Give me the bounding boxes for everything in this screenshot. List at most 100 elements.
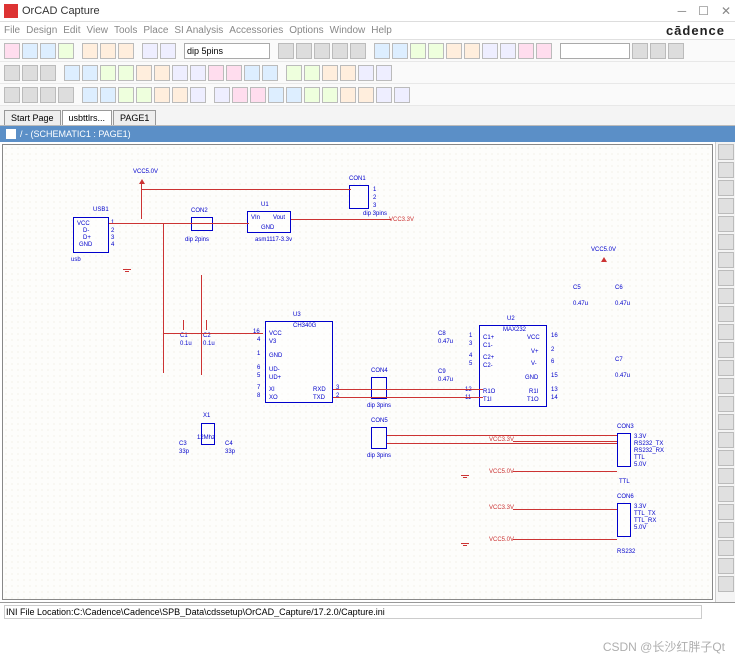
new-icon[interactable] — [4, 43, 20, 59]
t3-15-icon[interactable] — [268, 87, 284, 103]
place-bus-icon[interactable] — [718, 216, 734, 232]
undo-icon[interactable] — [142, 43, 158, 59]
place-pic-icon[interactable] — [718, 450, 734, 466]
t2-12-icon[interactable] — [208, 65, 224, 81]
t3-12-icon[interactable] — [214, 87, 230, 103]
rt-20-icon[interactable] — [718, 486, 734, 502]
component-con5[interactable] — [371, 427, 387, 449]
place-offpage-icon[interactable] — [718, 306, 734, 322]
minimize-button[interactable]: ─ — [678, 4, 687, 18]
place-ground-icon[interactable] — [718, 270, 734, 286]
menu-tools[interactable]: Tools — [114, 25, 137, 36]
view-icon[interactable] — [350, 43, 366, 59]
component-con3[interactable] — [617, 433, 631, 467]
tool-a-icon[interactable] — [374, 43, 390, 59]
place-ellipse-icon[interactable] — [718, 396, 734, 412]
t2-14-icon[interactable] — [244, 65, 260, 81]
zoom-area-icon[interactable] — [314, 43, 330, 59]
print-icon[interactable] — [58, 43, 74, 59]
save-icon[interactable] — [40, 43, 56, 59]
t3-3-icon[interactable] — [40, 87, 56, 103]
component-con6[interactable] — [617, 503, 631, 537]
t3-1-icon[interactable] — [4, 87, 20, 103]
menu-edit[interactable]: Edit — [63, 25, 80, 36]
select-tool-icon[interactable] — [718, 144, 734, 160]
t3-10-icon[interactable] — [172, 87, 188, 103]
paste-icon[interactable] — [118, 43, 134, 59]
place-part-icon[interactable] — [718, 162, 734, 178]
t3-18-icon[interactable] — [322, 87, 338, 103]
tool-d-icon[interactable] — [428, 43, 444, 59]
t2-4-icon[interactable] — [64, 65, 80, 81]
t3-14-icon[interactable] — [250, 87, 266, 103]
t2-2-icon[interactable] — [22, 65, 38, 81]
tab-page1[interactable]: PAGE1 — [113, 110, 156, 125]
component-con1[interactable] — [349, 185, 369, 209]
t2-9-icon[interactable] — [154, 65, 170, 81]
nav-next-icon[interactable] — [668, 43, 684, 59]
t3-9-icon[interactable] — [154, 87, 170, 103]
t2-13-icon[interactable] — [226, 65, 242, 81]
part-search-input[interactable] — [184, 43, 270, 59]
log-line[interactable] — [4, 605, 702, 619]
t2-11-icon[interactable] — [190, 65, 206, 81]
component-x1[interactable] — [201, 423, 215, 445]
tool-c-icon[interactable] — [410, 43, 426, 59]
t2-21-icon[interactable] — [376, 65, 392, 81]
tool-e-icon[interactable] — [446, 43, 462, 59]
rt-23-icon[interactable] — [718, 540, 734, 556]
t2-20-icon[interactable] — [358, 65, 374, 81]
menu-view[interactable]: View — [87, 25, 109, 36]
t2-3-icon[interactable] — [40, 65, 56, 81]
t2-7-icon[interactable] — [118, 65, 134, 81]
open-icon[interactable] — [22, 43, 38, 59]
rt-25-icon[interactable] — [718, 576, 734, 592]
place-net-icon[interactable] — [718, 198, 734, 214]
place-rect-icon[interactable] — [718, 378, 734, 394]
menu-place[interactable]: Place — [143, 25, 168, 36]
place-arc-icon[interactable] — [718, 414, 734, 430]
t3-11-icon[interactable] — [190, 87, 206, 103]
t3-20-icon[interactable] — [358, 87, 374, 103]
t3-2-icon[interactable] — [22, 87, 38, 103]
t3-8-icon[interactable] — [136, 87, 152, 103]
t3-5-icon[interactable] — [82, 87, 98, 103]
component-con2[interactable] — [191, 217, 213, 231]
place-junction-icon[interactable] — [718, 234, 734, 250]
place-line-icon[interactable] — [718, 360, 734, 376]
t2-1-icon[interactable] — [4, 65, 20, 81]
t2-17-icon[interactable] — [304, 65, 320, 81]
tool-b-icon[interactable] — [392, 43, 408, 59]
zoom-out-icon[interactable] — [296, 43, 312, 59]
zoom-in-icon[interactable] — [278, 43, 294, 59]
tab-design[interactable]: usbttlrs... — [62, 110, 113, 125]
place-power-icon[interactable] — [718, 252, 734, 268]
t3-6-icon[interactable] — [100, 87, 116, 103]
t3-13-icon[interactable] — [232, 87, 248, 103]
zoom-fit-icon[interactable] — [332, 43, 348, 59]
menu-design[interactable]: Design — [26, 25, 57, 36]
menu-window[interactable]: Window — [330, 25, 366, 36]
cut-icon[interactable] — [82, 43, 98, 59]
rt-19-icon[interactable] — [718, 468, 734, 484]
close-button[interactable]: ✕ — [721, 4, 731, 18]
menu-file[interactable]: File — [4, 25, 20, 36]
t3-4-icon[interactable] — [58, 87, 74, 103]
rt-21-icon[interactable] — [718, 504, 734, 520]
menu-accessories[interactable]: Accessories — [229, 25, 283, 36]
tool-i-icon[interactable] — [518, 43, 534, 59]
t2-18-icon[interactable] — [322, 65, 338, 81]
tab-start-page[interactable]: Start Page — [4, 110, 61, 125]
place-poly-icon[interactable] — [718, 432, 734, 448]
rt-22-icon[interactable] — [718, 522, 734, 538]
place-wire-icon[interactable] — [718, 180, 734, 196]
rt-24-icon[interactable] — [718, 558, 734, 574]
tool-j-icon[interactable] — [536, 43, 552, 59]
t3-16-icon[interactable] — [286, 87, 302, 103]
t3-21-icon[interactable] — [376, 87, 392, 103]
tool-g-icon[interactable] — [482, 43, 498, 59]
t2-6-icon[interactable] — [100, 65, 116, 81]
place-text-icon[interactable] — [718, 342, 734, 358]
nav-prev-icon[interactable] — [650, 43, 666, 59]
menu-options[interactable]: Options — [289, 25, 323, 36]
